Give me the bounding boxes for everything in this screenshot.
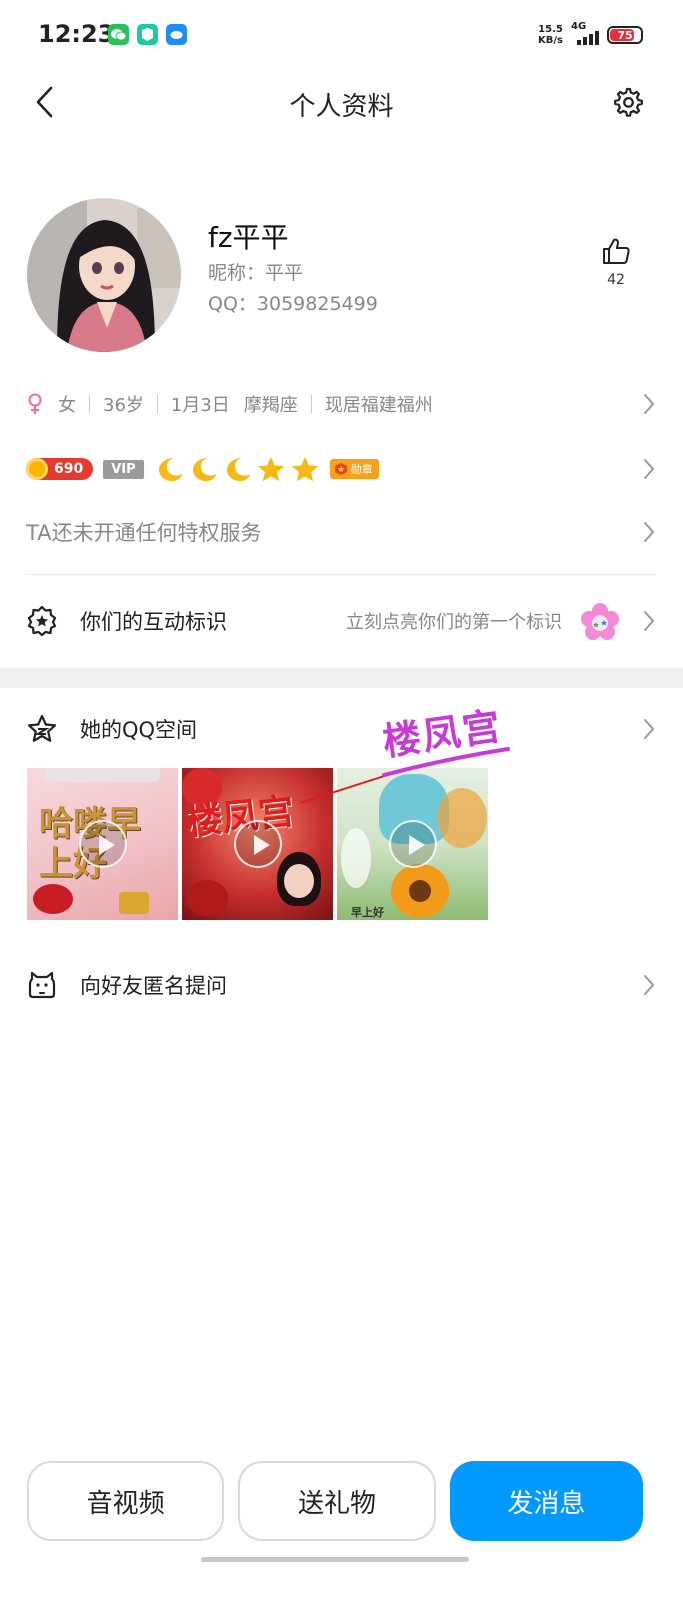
separator xyxy=(156,395,158,413)
send-gift-button[interactable]: 送礼物 xyxy=(238,1461,436,1541)
chevron-right-icon xyxy=(644,459,655,479)
audio-video-button[interactable]: 音视频 xyxy=(27,1461,225,1541)
gear-icon xyxy=(614,87,643,117)
separator xyxy=(310,395,312,413)
chevron-right-icon xyxy=(644,394,655,414)
divider xyxy=(26,574,656,575)
qzone-row[interactable]: 她的QQ空间 xyxy=(26,708,656,750)
thumbnail-caption: 早上好 xyxy=(351,906,384,919)
nav-header: 个人资料 xyxy=(0,70,683,136)
net-speed-value: 15.5 xyxy=(538,24,563,35)
level-icons xyxy=(154,455,320,483)
network-type: 4G xyxy=(571,21,587,32)
avatar[interactable] xyxy=(27,198,181,352)
home-indicator[interactable] xyxy=(201,1557,469,1562)
anonymous-question-label: 向好友匿名提问 xyxy=(80,974,227,998)
separator xyxy=(89,395,90,413)
play-icon xyxy=(78,820,127,868)
privilege-text: TA还未开通任何特权服务 xyxy=(26,521,262,545)
battery-level: 75 xyxy=(617,28,633,42)
profile-qq-number: QQ：3059825499 xyxy=(208,293,378,315)
status-bar: 12:23 15.5 KB/s 4G 75 xyxy=(0,0,683,70)
flower-icon xyxy=(581,603,619,640)
honor-label: 勋章 xyxy=(350,463,373,476)
moon-icon xyxy=(158,458,182,481)
bottom-action-bar: 音视频 送礼物 发消息 xyxy=(27,1461,643,1541)
settings-button[interactable] xyxy=(607,82,647,122)
chevron-right-icon xyxy=(644,611,655,631)
age: 36岁 xyxy=(103,395,144,416)
battery-icon: 75 xyxy=(607,26,643,44)
honor-badge: 勋章 xyxy=(329,459,379,479)
net-speed-unit: KB/s xyxy=(538,35,563,46)
avatar-image xyxy=(27,198,181,352)
star-icon xyxy=(257,457,284,482)
status-time: 12:23 xyxy=(38,20,115,48)
cloud-app-icon xyxy=(166,24,187,45)
like-count: 42 xyxy=(607,272,625,288)
birthday: 1月3日 xyxy=(170,395,230,416)
female-icon xyxy=(28,393,42,414)
location: 现居福建福州 xyxy=(324,395,433,416)
moon-icon xyxy=(226,458,250,481)
privilege-row[interactable]: TA还未开通任何特权服务 xyxy=(26,512,656,552)
zodiac: 摩羯座 xyxy=(243,395,298,416)
vip-badge: VIP xyxy=(103,459,144,479)
level-value: 690 xyxy=(54,461,84,477)
section-gap xyxy=(0,668,683,688)
qzone-thumbnail[interactable]: 哈喽早上好 xyxy=(27,768,178,920)
qzone-label: 她的QQ空间 xyxy=(80,718,198,742)
level-badge: 690 xyxy=(26,458,94,480)
cat-mailbox-icon xyxy=(28,971,56,999)
medal-icon xyxy=(334,463,347,475)
interaction-row[interactable]: 你们的互动标识 立刻点亮你们的第一个标识 xyxy=(26,598,656,644)
status-indicators: 15.5 KB/s 4G 75 xyxy=(538,20,643,50)
play-icon xyxy=(388,820,437,868)
profile-nickname: 昵称：平平 xyxy=(208,262,304,284)
badge-row[interactable]: 690 VIP 勋章 xyxy=(26,450,656,488)
interaction-hint: 立刻点亮你们的第一个标识 xyxy=(346,612,562,633)
watermark-stroke xyxy=(300,747,510,804)
interaction-label: 你们的互动标识 xyxy=(80,610,227,634)
gender: 女 xyxy=(58,395,76,416)
send-message-button[interactable]: 发消息 xyxy=(449,1461,643,1541)
interaction-badge-icon xyxy=(27,605,57,637)
chevron-right-icon xyxy=(644,975,655,995)
anonymous-question-row[interactable]: 向好友匿名提问 xyxy=(26,962,656,1008)
basic-info-row[interactable]: 女 36岁 1月3日 摩羯座 现居福建福州 xyxy=(26,386,656,422)
like-button[interactable]: 42 xyxy=(598,236,634,288)
chevron-right-icon xyxy=(644,522,655,542)
play-icon xyxy=(233,820,282,868)
wechat-icon xyxy=(108,24,129,45)
cellular-signal: 4G xyxy=(571,21,599,45)
chevron-right-icon xyxy=(644,719,655,739)
thumbs-up-icon xyxy=(603,238,630,264)
qzone-star-icon xyxy=(27,714,57,742)
star-icon xyxy=(291,457,318,482)
coin-icon xyxy=(26,458,48,480)
moon-icon xyxy=(192,458,216,481)
profile-name: fz平平 xyxy=(208,221,289,254)
net-speed: 15.5 KB/s xyxy=(538,24,563,46)
green-app-icon xyxy=(137,24,158,45)
page-title: 个人资料 xyxy=(289,92,394,122)
